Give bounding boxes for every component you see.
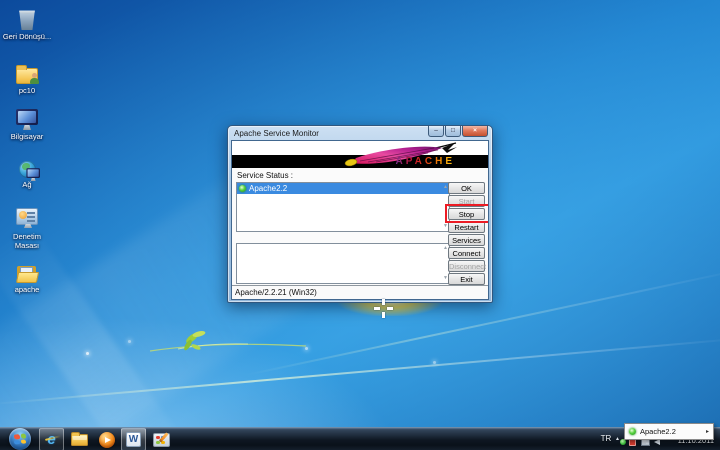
- network-icon: [19, 151, 36, 178]
- desktop-icon-label: pc10: [19, 86, 35, 95]
- media-player-icon: [99, 432, 115, 448]
- desktop-icon-label: Ağ: [22, 180, 31, 189]
- service-name: Apache2.2: [249, 184, 287, 193]
- start-button[interactable]: [9, 428, 31, 450]
- submenu-arrow-icon: ▸: [706, 428, 709, 435]
- control-panel-icon: [16, 203, 38, 230]
- wallpaper-sparkle: [86, 352, 89, 355]
- window-client-area: APACHE Service Status : Apache2.2 ▲ ▼ ▲ …: [231, 140, 489, 300]
- language-indicator[interactable]: TR: [597, 434, 615, 443]
- desktop-icon-pc10[interactable]: pc10: [2, 57, 52, 95]
- desktop-icon-label: Bilgisayar: [11, 132, 44, 141]
- exit-button[interactable]: Exit: [448, 273, 485, 285]
- close-button[interactable]: ×: [462, 126, 488, 137]
- service-running-icon: [629, 428, 636, 435]
- service-list[interactable]: Apache2.2 ▲ ▼: [236, 182, 450, 232]
- services-button[interactable]: Services: [448, 234, 485, 246]
- caption-buttons: – □ ×: [427, 126, 488, 137]
- tray-menu-service-label: Apache2.2: [640, 427, 702, 436]
- apache-service-monitor-window: Apache Service Monitor – □ ×: [227, 125, 493, 303]
- log-list[interactable]: ▲ ▼: [236, 243, 450, 284]
- taskbar-media-player[interactable]: [94, 428, 119, 450]
- service-running-icon: [239, 185, 246, 192]
- wallpaper-branch: [148, 325, 308, 365]
- window-title: Apache Service Monitor: [234, 129, 319, 138]
- wallpaper-light-streak: [0, 337, 720, 405]
- taskbar-paint[interactable]: [149, 428, 174, 450]
- taskbar-word[interactable]: W: [121, 428, 146, 450]
- minimize-button[interactable]: –: [428, 126, 444, 137]
- wallpaper-sparkle: [433, 361, 436, 364]
- apache-tray-menu[interactable]: Apache2.2 ▸: [624, 423, 714, 440]
- folder-icon: [17, 256, 38, 283]
- tray-security-icon[interactable]: [629, 439, 636, 446]
- desktop-icon-label: apache: [15, 285, 40, 294]
- shared-folder-icon: [16, 57, 38, 84]
- window-status-bar: Apache/2.2.21 (Win32): [232, 285, 488, 299]
- windows-explorer-icon: [71, 434, 88, 446]
- stop-button-annotation-rectangle: [445, 204, 489, 223]
- desktop-icon-computer[interactable]: Bilgisayar: [2, 103, 52, 141]
- taskbar: e W TR ▲ 11.10.2011: [0, 427, 720, 450]
- disconnect-button: Disconnect: [448, 260, 485, 272]
- recycle-bin-icon: [19, 3, 36, 30]
- internet-explorer-icon: e: [47, 431, 55, 448]
- paint-palette-icon: [153, 433, 170, 447]
- desktop-icon-control-panel[interactable]: Denetim Masası: [2, 203, 52, 250]
- desktop-icon-label: Denetim Masası: [2, 232, 52, 250]
- service-row-apache22[interactable]: Apache2.2: [237, 183, 449, 194]
- desktop-icon-recycle-bin[interactable]: Geri Dönüşü...: [2, 3, 52, 41]
- maximize-button[interactable]: □: [445, 126, 461, 137]
- wallpaper-sparkle: [128, 340, 131, 343]
- desktop-icon-network[interactable]: Ağ: [2, 151, 52, 189]
- desktop-icon-label: Geri Dönüşü...: [3, 32, 51, 41]
- ok-button[interactable]: OK: [448, 182, 485, 194]
- connect-button[interactable]: Connect: [448, 247, 485, 259]
- apache-logo-word: APACHE: [396, 156, 455, 167]
- taskbar-windows-explorer[interactable]: [67, 428, 92, 450]
- computer-icon: [16, 103, 38, 130]
- mouse-cursor-crosshair: [374, 299, 393, 318]
- taskbar-internet-explorer[interactable]: e: [39, 428, 64, 450]
- desktop-icon-apache-folder[interactable]: apache: [2, 256, 52, 294]
- service-status-label: Service Status :: [237, 171, 293, 180]
- desktop: Geri Dönüşü... pc10 Bilgisayar Ağ Deneti…: [0, 0, 720, 450]
- windows-logo-icon: [14, 433, 26, 444]
- word-icon: W: [126, 432, 141, 447]
